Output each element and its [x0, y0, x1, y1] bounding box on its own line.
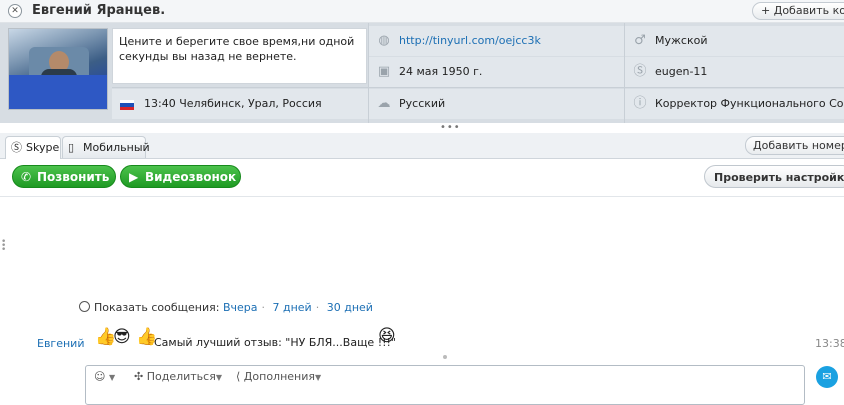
contact-header: ✕ Евгений Яранцев. + Добавить конт [0, 0, 844, 23]
video-camera-icon: ▶ [129, 170, 139, 184]
send-button[interactable]: ✉ [816, 366, 838, 388]
skype-icon: Ⓢ [11, 141, 22, 154]
location-cell: 13:40 Челябинск, Урал, Россия [112, 89, 368, 119]
language-value: Русский [399, 97, 446, 110]
share-button[interactable]: ✣ Поделиться▼ [134, 370, 222, 383]
homepage-link[interactable]: http://tinyurl.com/oejcc3k [399, 26, 541, 56]
language-cell: ☁ Русский [369, 89, 624, 119]
send-icon: ✉ [822, 370, 832, 383]
skype-name-value: eugen-11 [655, 65, 708, 78]
smiley-icon: ☺ [94, 370, 106, 383]
check-settings-button[interactable]: Проверить настройки [704, 165, 844, 188]
cool-face-icon: 😎 [113, 327, 131, 347]
globe-icon: ◍ [378, 33, 390, 48]
typing-indicator [443, 355, 447, 359]
add-phone-button[interactable]: Добавить номер тел [745, 136, 844, 155]
emoticon-picker[interactable]: ☺ ▼ [94, 370, 115, 383]
gift-icon: ▣ [377, 64, 391, 79]
history-selector: Показать сообщения: Вчера · 7 дней · 30 дн… [79, 301, 373, 314]
history-option-yesterday[interactable]: Вчера [223, 301, 258, 314]
russia-flag-icon [120, 100, 134, 110]
info-icon: ⓘ [633, 96, 647, 111]
call-button[interactable]: ✆ Позвонить [12, 165, 116, 188]
history-label: Показать сообщения: [94, 301, 220, 314]
extras-label: Дополнения [243, 370, 315, 383]
profile-panel: Цените и берегите свое время,ни одной се… [0, 23, 844, 123]
add-contact-label: Добавить конт [773, 4, 844, 17]
tab-skype[interactable]: Ⓢ Skype [5, 136, 61, 159]
tab-skype-label: Skype [26, 141, 60, 154]
splitter-handle-icon[interactable]: • • • [1, 238, 6, 255]
birthday-value: 24 мая 1950 г. [399, 65, 483, 78]
history-option-30-days[interactable]: 30 дней [327, 301, 373, 314]
tab-mobile[interactable]: ▯ Мобильный [62, 136, 150, 158]
message-input[interactable]: ☺ ▼ ✣ Поделиться▼ ⟨ Дополнения▼ [85, 365, 805, 405]
contact-name: Евгений Яранцев. [32, 3, 166, 18]
mood-message: Цените и берегите свое время,ни одной се… [112, 28, 367, 84]
skype-name-cell: Ⓢ eugen-11 [625, 57, 844, 87]
close-icon[interactable]: ✕ [8, 4, 22, 18]
phone-icon: ✆ [21, 170, 32, 184]
call-label: Позвонить [37, 170, 110, 184]
about-value: Корректор Функционального Состоя [655, 97, 844, 110]
message-sender[interactable]: Евгений [37, 337, 84, 350]
extras-icon: ⟨ [236, 370, 241, 383]
resize-grip-icon[interactable]: ••• [440, 123, 460, 133]
history-option-7-days[interactable]: 7 дней [273, 301, 312, 314]
message-time: 13:38 [815, 337, 844, 350]
add-contact-button[interactable]: + Добавить конт [752, 2, 844, 20]
mobile-icon: ▯ [68, 141, 75, 154]
speech-bubble-icon: ☁ [377, 96, 391, 111]
share-icon: ✣ [134, 370, 144, 383]
plus-icon: + [761, 4, 774, 17]
video-call-label: Видеозвонок [145, 170, 237, 184]
video-call-button[interactable]: ▶ Видеозвонок [120, 165, 241, 188]
avatar[interactable] [8, 28, 108, 110]
male-icon: ♂ [634, 33, 646, 48]
about-cell: ⓘ Корректор Функционального Состоя [625, 89, 844, 119]
gender-value: Мужской [655, 34, 708, 47]
share-label: Поделиться [146, 370, 216, 383]
homepage-cell: ◍ http://tinyurl.com/oejcc3k [369, 26, 624, 56]
tab-bar: Ⓢ Skype ▯ Мобильный [0, 133, 844, 159]
tab-mobile-label: Мобильный [83, 141, 150, 154]
local-time-location: 13:40 Челябинск, Урал, Россия [144, 97, 322, 110]
clock-icon [79, 301, 90, 312]
birthday-cell: ▣ 24 мая 1950 г. [369, 57, 624, 87]
gender-cell: ♂ Мужской [625, 26, 844, 56]
skype-icon: Ⓢ [633, 64, 647, 79]
extras-button[interactable]: ⟨ Дополнения▼ [236, 370, 321, 383]
laughing-face-icon: 😆 [378, 326, 396, 346]
call-toolbar: ✆ Позвонить ▶ Видеозвонок Проверить наст… [0, 159, 844, 197]
message-text: Самый лучший отзыв: "НУ БЛЯ...Ваще !!!" [154, 336, 396, 349]
